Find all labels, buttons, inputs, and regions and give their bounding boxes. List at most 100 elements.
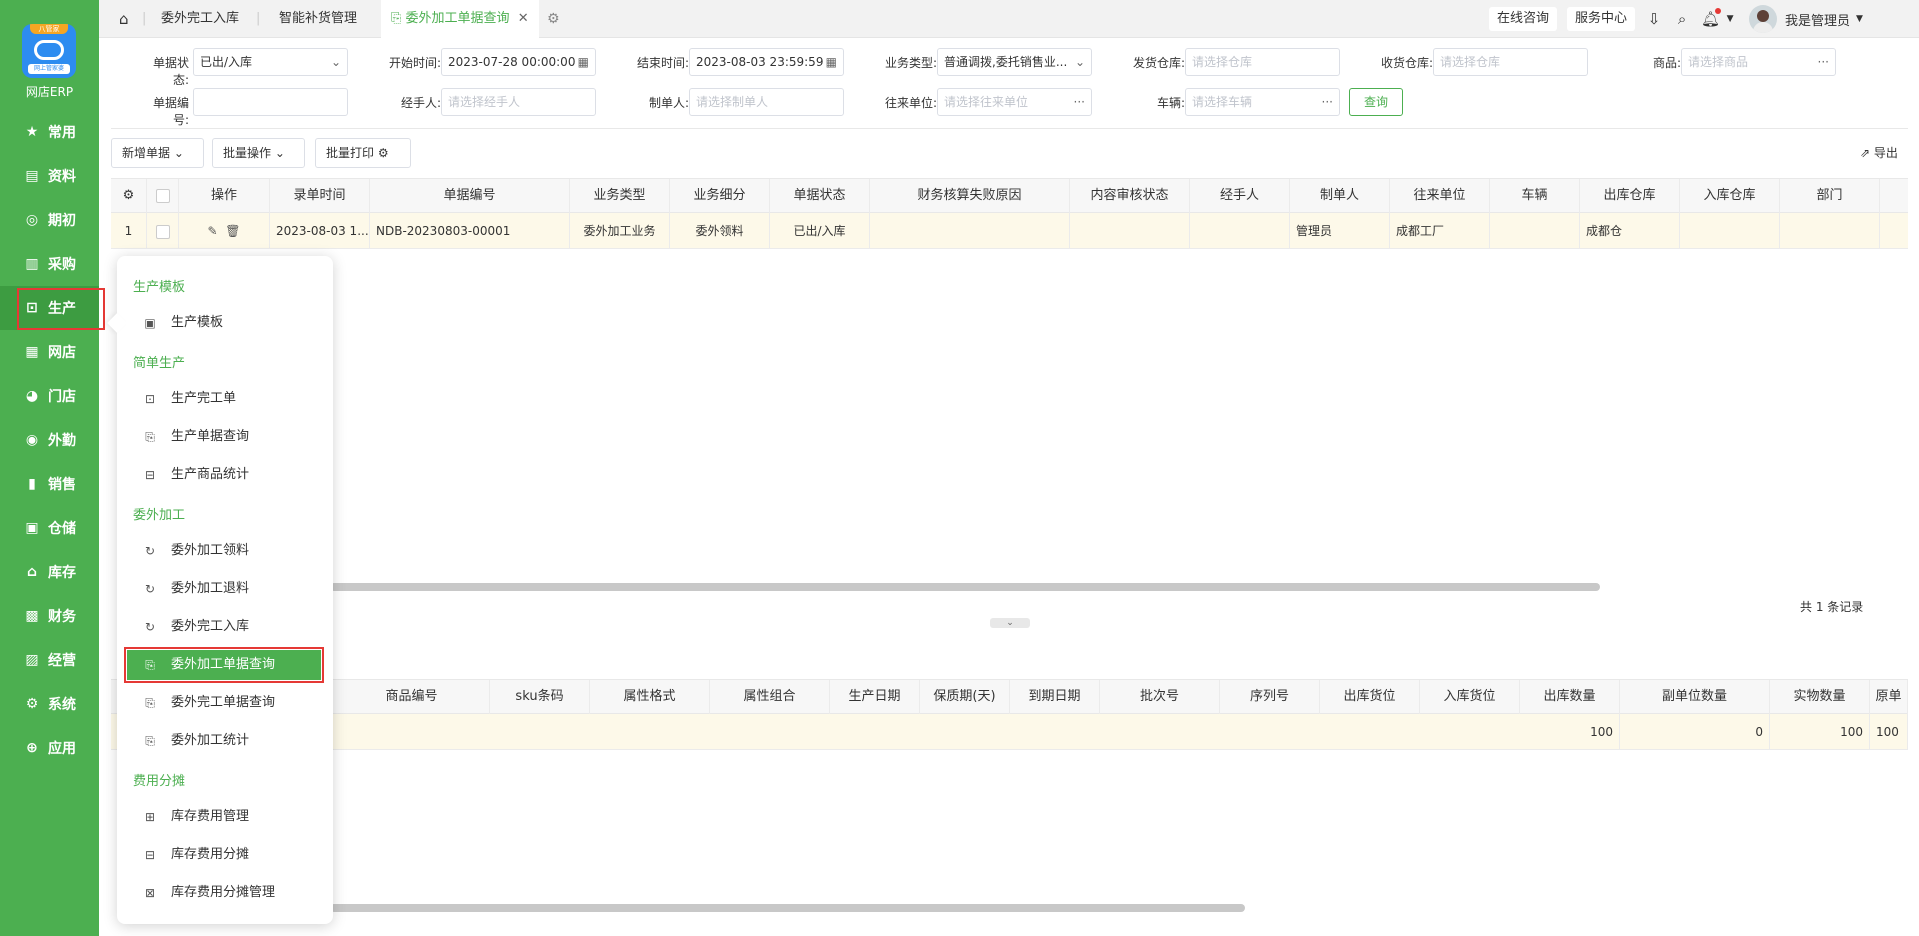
- cloud-download-icon[interactable]: ⇩: [1645, 10, 1663, 28]
- column-header[interactable]: sku条码: [490, 680, 590, 714]
- menu-item-outsource-complete-query[interactable]: ⎘ 委外完工单据查询: [127, 688, 321, 718]
- status-select[interactable]: 已出/入库 ⌄: [193, 48, 348, 76]
- row-checkbox[interactable]: [147, 213, 179, 249]
- sidebar-item-production[interactable]: ⊡ 生产: [0, 286, 105, 330]
- menu-item-outsource-pick[interactable]: ↻ 委外加工领料: [127, 536, 321, 566]
- menu-item-outsource-query[interactable]: ⎘ 委外加工单据查询: [124, 647, 324, 683]
- vehicle-input[interactable]: 请选择车辆 ···: [1185, 88, 1340, 116]
- column-header[interactable]: 单据状态: [770, 179, 870, 213]
- column-header[interactable]: 保质期(天): [920, 680, 1010, 714]
- column-header[interactable]: 财务核算失败原因: [870, 179, 1070, 213]
- column-header[interactable]: 属性组合: [710, 680, 830, 714]
- column-header[interactable]: 业务细分: [670, 179, 770, 213]
- horizontal-scrollbar[interactable]: [330, 904, 1245, 912]
- search-icon[interactable]: ⌕: [1673, 10, 1691, 28]
- sidebar-item-business[interactable]: ▨ 经营: [0, 638, 99, 682]
- recv-warehouse-input[interactable]: 请选择仓库: [1433, 48, 1588, 76]
- sidebar-item-warehouse[interactable]: ▣ 仓储: [0, 506, 99, 550]
- column-header[interactable]: 单据编号: [370, 179, 570, 213]
- column-header[interactable]: 操作: [179, 179, 270, 213]
- menu-item-outsource-complete[interactable]: ↻ 委外完工入库: [127, 612, 321, 642]
- biztype-select[interactable]: 普通调拨,委托销售业... ⌄: [937, 48, 1092, 76]
- panel-splitter[interactable]: ⌄: [990, 618, 1030, 628]
- end-time-input[interactable]: 2023-08-03 23:59:59 ▦: [689, 48, 844, 76]
- menu-item-production-template[interactable]: ▣ 生产模板: [127, 308, 321, 338]
- sidebar-item-shop[interactable]: ◕ 门店: [0, 374, 99, 418]
- table-row[interactable]: 100 0 100 100: [111, 714, 1908, 750]
- sidebar-item-store[interactable]: ▦ 网店: [0, 330, 99, 374]
- batch-print-button[interactable]: 批量打印 ⚙: [315, 138, 411, 168]
- column-header[interactable]: 录单时间: [270, 179, 370, 213]
- column-header[interactable]: 往来单位: [1390, 179, 1490, 213]
- menu-item-cost-manage[interactable]: ⊞ 库存费用管理: [127, 802, 321, 832]
- sidebar-item-inventory[interactable]: ⌂ 库存: [0, 550, 99, 594]
- column-header[interactable]: 内容审核状态: [1070, 179, 1190, 213]
- column-header[interactable]: 原单: [1870, 680, 1908, 714]
- column-header[interactable]: 属性格式: [590, 680, 710, 714]
- maker-input[interactable]: 请选择制单人: [689, 88, 844, 116]
- menu-item-production-query[interactable]: ⎘ 生产单据查询: [127, 422, 321, 452]
- column-header[interactable]: 经手人: [1190, 179, 1290, 213]
- chevron-down-icon[interactable]: ▼: [1721, 10, 1739, 28]
- column-settings-icon[interactable]: ⚙: [111, 179, 147, 213]
- column-header[interactable]: 批次号: [1100, 680, 1220, 714]
- app-logo[interactable]: 八管家 网上管家婆: [22, 24, 76, 78]
- horizontal-scrollbar[interactable]: [330, 583, 1600, 591]
- column-header[interactable]: 车辆: [1490, 179, 1580, 213]
- user-name[interactable]: 我是管理员: [1785, 10, 1850, 29]
- handler-input[interactable]: 请选择经手人: [441, 88, 596, 116]
- cell-billno[interactable]: NDB-20230803-00001: [370, 213, 570, 249]
- sidebar-item-data[interactable]: ▤ 资料: [0, 154, 99, 198]
- menu-item-outsource-return[interactable]: ↻ 委外加工退料: [127, 574, 321, 604]
- column-header[interactable]: 到期日期: [1010, 680, 1100, 714]
- delete-icon[interactable]: 🗑︎: [225, 224, 240, 238]
- sidebar-item-system[interactable]: ⚙ 系统: [0, 682, 99, 726]
- column-header[interactable]: 商品编号: [334, 680, 490, 714]
- column-header[interactable]: 生产日期: [830, 680, 920, 714]
- sidebar-item-common[interactable]: ★ 常用: [0, 110, 99, 154]
- sidebar-item-sales[interactable]: ▮ 销售: [0, 462, 99, 506]
- start-time-input[interactable]: 2023-07-28 00:00:00 ▦: [441, 48, 596, 76]
- menu-item-production-stat[interactable]: ⊟ 生产商品统计: [127, 460, 321, 490]
- column-header[interactable]: 制单人: [1290, 179, 1390, 213]
- column-header[interactable]: 入库仓库: [1680, 179, 1780, 213]
- home-icon[interactable]: ⌂: [119, 0, 129, 38]
- tab-smart-replenish[interactable]: 智能补货管理: [279, 0, 357, 38]
- table-row[interactable]: 1 ✎ 🗑︎ 2023-08-03 1... NDB-20230803-0000…: [111, 213, 1908, 249]
- select-all-checkbox[interactable]: [147, 179, 179, 213]
- online-consult-button[interactable]: 在线咨询: [1489, 7, 1558, 31]
- chevron-down-icon[interactable]: ▼: [1856, 14, 1863, 24]
- avatar[interactable]: [1749, 5, 1778, 33]
- goods-input[interactable]: 请选择商品 ···: [1681, 48, 1836, 76]
- sidebar-item-initial[interactable]: ◎ 期初: [0, 198, 99, 242]
- service-center-button[interactable]: 服务中心: [1567, 7, 1636, 31]
- column-header[interactable]: 部门: [1780, 179, 1880, 213]
- billno-input[interactable]: [193, 88, 348, 116]
- new-bill-button[interactable]: 新增单据 ⌄: [111, 138, 204, 168]
- column-header[interactable]: 副单位数量: [1620, 680, 1770, 714]
- ship-warehouse-input[interactable]: 请选择仓库: [1185, 48, 1340, 76]
- sidebar-item-finance[interactable]: ▩ 财务: [0, 594, 99, 638]
- checkbox[interactable]: [155, 188, 170, 203]
- batch-operation-button[interactable]: 批量操作 ⌄: [212, 138, 305, 168]
- bell-icon[interactable]: 🔔︎: [1701, 8, 1722, 28]
- column-header[interactable]: 出库仓库: [1580, 179, 1680, 213]
- column-header[interactable]: 出库货位: [1320, 680, 1420, 714]
- checkbox[interactable]: [155, 224, 170, 239]
- search-button[interactable]: 查询: [1349, 88, 1403, 116]
- export-button[interactable]: ⇗ 导出: [1860, 144, 1898, 161]
- menu-item-production-complete[interactable]: ⊡ 生产完工单: [127, 384, 321, 414]
- tab-outsource-query[interactable]: ⎘ 委外加工单据查询 ✕: [381, 0, 539, 38]
- column-header[interactable]: 实物数量: [1770, 680, 1870, 714]
- sidebar-item-field[interactable]: ◉ 外勤: [0, 418, 99, 462]
- column-header[interactable]: 入库货位: [1420, 680, 1520, 714]
- column-header[interactable]: 序列号: [1220, 680, 1320, 714]
- partner-input[interactable]: 请选择往来单位 ···: [937, 88, 1092, 116]
- close-icon[interactable]: ✕: [518, 11, 529, 26]
- sidebar-item-purchase[interactable]: ▥ 采购: [0, 242, 99, 286]
- menu-item-cost-split-manage[interactable]: ⊠ 库存费用分摊管理: [127, 878, 321, 908]
- tab-outsource-complete[interactable]: 委外完工入库: [161, 0, 239, 38]
- column-header[interactable]: 出库数量: [1520, 680, 1620, 714]
- menu-item-outsource-stat[interactable]: ⎘ 委外加工统计: [127, 726, 321, 756]
- tab-settings-icon[interactable]: ⚙: [547, 0, 560, 38]
